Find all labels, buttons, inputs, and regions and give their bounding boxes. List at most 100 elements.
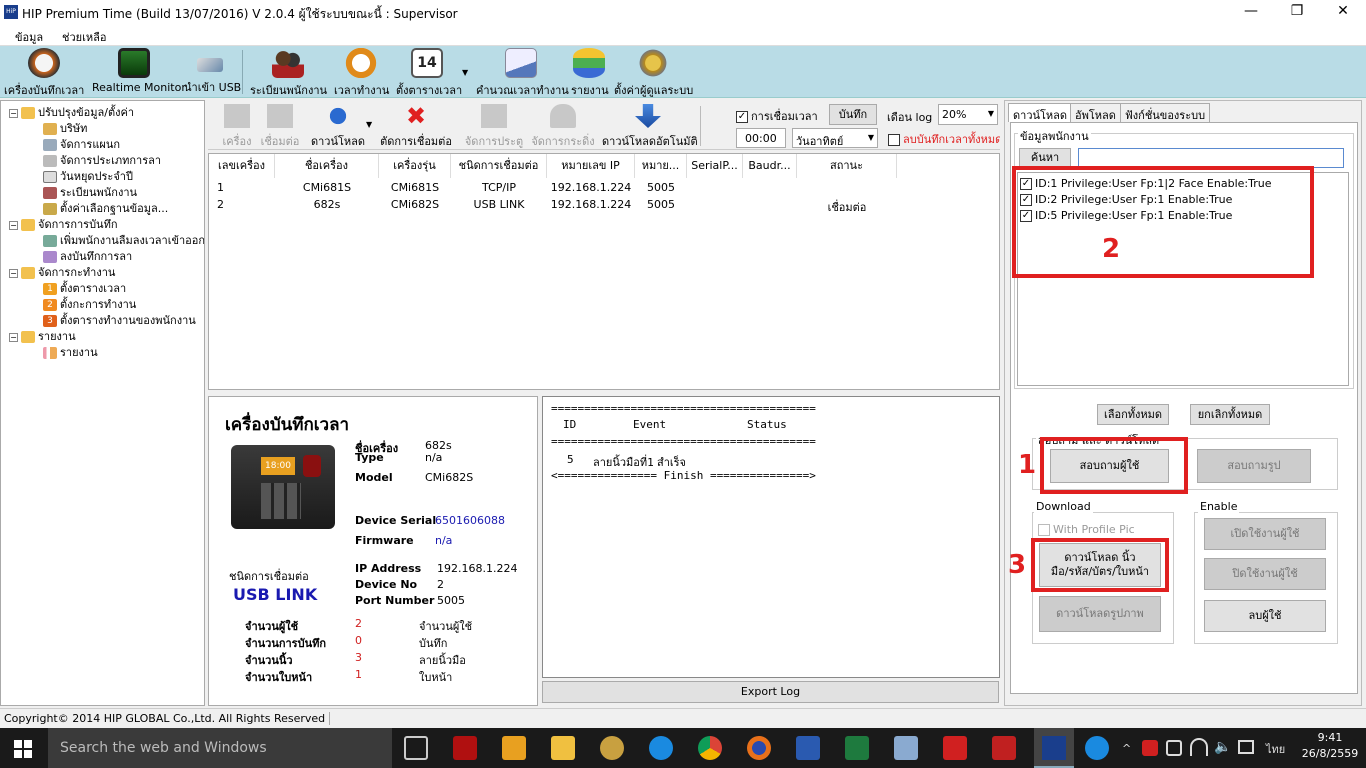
col-serial[interactable]: SerialP... xyxy=(687,154,743,178)
report-button[interactable]: รายงาน xyxy=(571,48,609,97)
notification-icon[interactable] xyxy=(1238,740,1254,754)
help-icon[interactable] xyxy=(1085,736,1109,760)
table-row[interactable]: 1 CMi681S CMi681S TCP/IP 192.168.1.224 5… xyxy=(209,181,897,197)
minimize-button[interactable]: — xyxy=(1228,0,1274,24)
day-select[interactable]: วันอาทิตย์ ▼ xyxy=(792,128,878,148)
log-row-id: 5 xyxy=(567,453,574,466)
chevron-up-icon[interactable]: ^ xyxy=(1122,742,1131,755)
word-icon[interactable] xyxy=(796,736,820,760)
type-label: Type xyxy=(355,451,384,464)
enable-user-button[interactable]: เปิดใช้งานผู้ใช้ xyxy=(1204,518,1326,550)
chevron-down-icon[interactable]: ▼ xyxy=(462,68,468,77)
task-view-icon[interactable] xyxy=(404,736,428,760)
search-button[interactable]: ค้นหา xyxy=(1019,148,1071,168)
tree-item-report[interactable]: รายงาน xyxy=(43,343,98,361)
menu-data[interactable]: ข้อมูล xyxy=(15,28,43,46)
col-ip[interactable]: หมายเลข IP xyxy=(547,154,635,178)
paint-icon[interactable] xyxy=(894,736,918,760)
file-explorer-icon[interactable] xyxy=(551,736,575,760)
device-info-heading: เครื่องบันทึกเวลา xyxy=(225,415,350,435)
deselect-all-button[interactable]: ยกเลิกทั้งหมด xyxy=(1190,404,1270,425)
disconnect-button[interactable]: ✖ ตัดการเชื่อมต่อ xyxy=(378,104,454,150)
col-device-name[interactable]: ชื่อเครื่อง xyxy=(275,154,379,178)
auto-download-button[interactable]: ดาวน์โหลดอัตโนมัติ xyxy=(602,104,698,150)
schedule-button[interactable]: 14 ตั้งตารางเวลา xyxy=(396,48,462,97)
calculate-time-button[interactable]: คำนวณเวลาทำงาน xyxy=(476,48,569,97)
windows-start-icon[interactable] xyxy=(14,740,32,758)
disable-user-button[interactable]: ปิดใช้งานผู้ใช้ xyxy=(1204,558,1326,590)
collapse-icon[interactable]: − xyxy=(9,268,18,278)
door-button[interactable]: จัดการประตู xyxy=(464,104,524,150)
database-icon xyxy=(573,48,605,78)
search-input[interactable] xyxy=(1078,148,1344,168)
device-button[interactable]: เครื่อง xyxy=(220,104,254,150)
outlook-icon[interactable] xyxy=(502,736,526,760)
chrome-icon[interactable] xyxy=(698,736,722,760)
collapse-icon[interactable]: − xyxy=(9,220,18,230)
firefox-icon[interactable] xyxy=(747,736,771,760)
port-value: 5005 xyxy=(437,594,465,607)
connect-button[interactable]: เชื่อมต่อ xyxy=(260,104,300,150)
tab-upload[interactable]: อัพโหลด xyxy=(1070,103,1121,122)
download-photo-button[interactable]: ดาวน์โหลดรูปภาพ xyxy=(1039,596,1161,632)
employee-records-button[interactable]: ระเบียนพนักงาน xyxy=(250,48,327,97)
download-button[interactable]: ดาวน์โหลด xyxy=(308,104,368,150)
col-baud[interactable]: Baudr... xyxy=(743,154,797,178)
edge-icon[interactable] xyxy=(649,736,673,760)
input-language[interactable]: ไทย xyxy=(1266,740,1285,758)
battery-icon[interactable] xyxy=(1166,740,1182,756)
annotation-number-2: 2 xyxy=(1102,234,1121,264)
realtime-monitor-button[interactable]: Realtime Monitor xyxy=(92,48,186,96)
tab-download[interactable]: ดาวน์โหลด xyxy=(1008,103,1073,122)
excel-icon[interactable] xyxy=(845,736,869,760)
annotation-box-2 xyxy=(1012,166,1314,278)
filezilla-icon[interactable] xyxy=(453,736,477,760)
chevron-down-icon[interactable]: ▼ xyxy=(366,120,372,129)
save-button[interactable]: บันทึก xyxy=(829,104,877,125)
wifi-icon[interactable] xyxy=(1190,738,1208,756)
query-photo-button[interactable]: สอบถามรูป xyxy=(1197,449,1311,483)
col-device-no[interactable]: เลขเครื่อง xyxy=(209,154,275,178)
usb-import-button[interactable]: นำเข้า USB xyxy=(184,48,241,96)
with-profile-pic-checkbox[interactable]: With Profile Pic xyxy=(1038,523,1135,536)
media-player-icon[interactable] xyxy=(600,736,624,760)
table-row[interactable]: 2 682s CMi682S USB LINK 192.168.1.224 50… xyxy=(209,198,897,214)
work-time-button[interactable]: เวลาทำงาน xyxy=(334,48,389,97)
col-connection[interactable]: ชนิดการเชื่อมต่อ xyxy=(451,154,547,178)
taskbar-search-box[interactable]: Search the web and Windows xyxy=(48,728,392,768)
time-recorder-button[interactable]: เครื่องบันทึกเวลา xyxy=(4,48,84,97)
connect-time-checkbox[interactable]: ✓ การเชื่อมเวลา xyxy=(736,107,818,125)
volume-icon[interactable]: 🔈 xyxy=(1214,739,1231,755)
delete-all-checkbox[interactable]: ลบบันทึกเวลาทั้งหมด xyxy=(888,130,1000,148)
folder-icon xyxy=(21,107,35,119)
col-model[interactable]: เครื่องรุ่น xyxy=(379,154,451,178)
pdf-icon[interactable] xyxy=(992,736,1016,760)
cell-device-name: 682s xyxy=(313,198,341,211)
type-value: n/a xyxy=(425,451,443,464)
close-button[interactable]: ✕ xyxy=(1320,0,1366,24)
annotation-box-1 xyxy=(1040,437,1188,494)
col-status[interactable]: สถานะ xyxy=(797,154,897,178)
select-all-button[interactable]: เลือกทั้งหมด xyxy=(1097,404,1169,425)
restore-button[interactable]: ❐ xyxy=(1274,0,1320,24)
collapse-icon[interactable]: − xyxy=(9,332,18,342)
hip-premium-taskbar-icon[interactable] xyxy=(1034,728,1074,768)
delete-user-button[interactable]: ลบผู้ใช้ xyxy=(1204,600,1326,632)
stat-records-unit: บันทึก xyxy=(419,637,448,650)
log-percent-select[interactable]: 20% ▼ xyxy=(938,104,998,125)
acrobat-icon[interactable] xyxy=(943,736,967,760)
leave-icon xyxy=(43,251,57,263)
tab-system-functions[interactable]: ฟังก์ชั่นของระบบ xyxy=(1120,103,1211,122)
export-log-button[interactable]: Export Log xyxy=(542,681,999,703)
collapse-icon[interactable]: − xyxy=(9,108,18,118)
col-port[interactable]: หมาย... xyxy=(635,154,687,178)
clock[interactable]: 9:41 26/8/2559 xyxy=(1300,731,1360,760)
clock-time: 9:41 xyxy=(1317,731,1343,744)
admin-settings-button[interactable]: ตั้งค่าผู้ดูแลระบบ xyxy=(614,48,693,97)
menu-help[interactable]: ช่วยเหลือ xyxy=(62,28,106,46)
bell-button[interactable]: จัดการกระดิ่ง xyxy=(528,104,598,150)
stat-faces-unit: ใบหน้า xyxy=(419,671,453,684)
time-input[interactable]: 00:00 xyxy=(736,128,786,148)
chevron-down-icon: ▼ xyxy=(867,133,874,142)
tray-app-icon[interactable] xyxy=(1142,740,1158,756)
